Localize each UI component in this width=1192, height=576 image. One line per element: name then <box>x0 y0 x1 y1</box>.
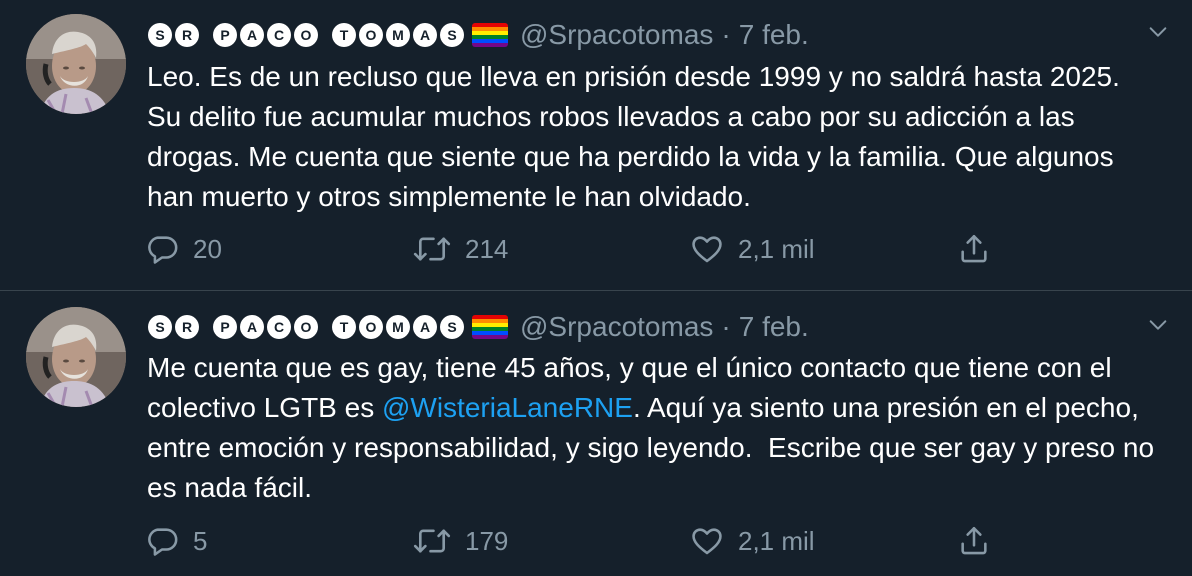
avatar[interactable] <box>26 307 126 407</box>
user-handle[interactable]: @Srpacotomas <box>520 311 713 343</box>
tweet-header: S R P A C O T O M A S @Srpacotomas · 7 feb. <box>148 15 809 55</box>
reply-icon <box>145 232 179 266</box>
display-name-letter: S <box>440 315 464 339</box>
display-name-letter: C <box>267 315 291 339</box>
like-count: 2,1 mil <box>738 525 815 556</box>
retweet-icon <box>413 524 451 558</box>
tweet-text-part: Leo. Es de un recluso que lleva en prisi… <box>147 61 1128 212</box>
reply-button[interactable]: 5 <box>145 521 207 561</box>
reply-count: 5 <box>193 525 208 556</box>
display-name-letter: O <box>294 23 318 47</box>
display-name-letter: S <box>148 315 172 339</box>
retweet-count: 179 <box>465 525 509 556</box>
display-name-letter: A <box>240 23 264 47</box>
display-name-letter: C <box>267 23 291 47</box>
display-name-letter: O <box>294 315 318 339</box>
tweet[interactable]: S R P A C O T O M A S @Srpacotomas · 7 feb. Leo. Es de… <box>0 0 1192 291</box>
display-name[interactable]: SRPACOTOMAS <box>148 23 464 47</box>
separator-dot: · <box>721 19 731 50</box>
rainbow-flag-icon <box>472 23 508 47</box>
tweet-text: Leo. Es de un recluso que lleva en prisi… <box>147 57 1157 217</box>
tweet[interactable]: S R P A C O T O M A S @Srpacotomas · 7 feb. Me cuenta … <box>0 291 1192 576</box>
reply-count: 20 <box>193 233 222 264</box>
retweet-button[interactable]: 179 <box>413 521 508 561</box>
reply-icon <box>145 524 179 558</box>
display-name-letter: P <box>213 315 237 339</box>
mention-link[interactable]: @WisteriaLaneRNE <box>382 392 633 423</box>
display-name-letter: O <box>359 23 383 47</box>
rainbow-flag-icon <box>472 315 508 339</box>
tweet-text: Me cuenta que es gay, tiene 45 años, y q… <box>147 348 1157 508</box>
display-name-letter: A <box>240 315 264 339</box>
like-button[interactable]: 2,1 mil <box>690 521 815 561</box>
tweet-date[interactable]: 7 feb. <box>739 19 809 51</box>
display-name-letter: A <box>413 23 437 47</box>
tweet-date[interactable]: 7 feb. <box>739 311 809 343</box>
like-count: 2,1 mil <box>738 233 815 264</box>
display-name-letter: O <box>359 315 383 339</box>
chevron-down-icon[interactable] <box>1140 307 1176 343</box>
tweet-header: S R P A C O T O M A S @Srpacotomas · 7 feb. <box>148 307 809 347</box>
display-name[interactable]: SRPACOTOMAS <box>148 315 464 339</box>
display-name-letter: M <box>386 315 410 339</box>
display-name-letter: R <box>175 315 199 339</box>
tweet-actions: 5 179 2,1 mil <box>145 521 1005 561</box>
chevron-down-icon[interactable] <box>1140 14 1176 50</box>
display-name-letter: M <box>386 23 410 47</box>
retweet-button[interactable]: 214 <box>413 229 508 269</box>
share-icon <box>957 524 991 558</box>
display-name-letter: S <box>440 23 464 47</box>
user-handle[interactable]: @Srpacotomas <box>520 19 713 51</box>
like-button[interactable]: 2,1 mil <box>690 229 815 269</box>
display-name-letter: R <box>175 23 199 47</box>
tweet-actions: 20 214 2,1 mil <box>145 229 1005 269</box>
like-icon <box>690 232 724 266</box>
display-name-letter: A <box>413 315 437 339</box>
display-name-letter: T <box>332 315 356 339</box>
share-icon <box>957 232 991 266</box>
share-button[interactable] <box>957 229 991 269</box>
display-name-letter: P <box>213 23 237 47</box>
separator-dot: · <box>721 311 731 342</box>
display-name-letter: T <box>332 23 356 47</box>
avatar[interactable] <box>26 14 126 114</box>
display-name-letter: S <box>148 23 172 47</box>
retweet-count: 214 <box>465 233 509 264</box>
retweet-icon <box>413 232 451 266</box>
like-icon <box>690 524 724 558</box>
reply-button[interactable]: 20 <box>145 229 222 269</box>
share-button[interactable] <box>957 521 991 561</box>
